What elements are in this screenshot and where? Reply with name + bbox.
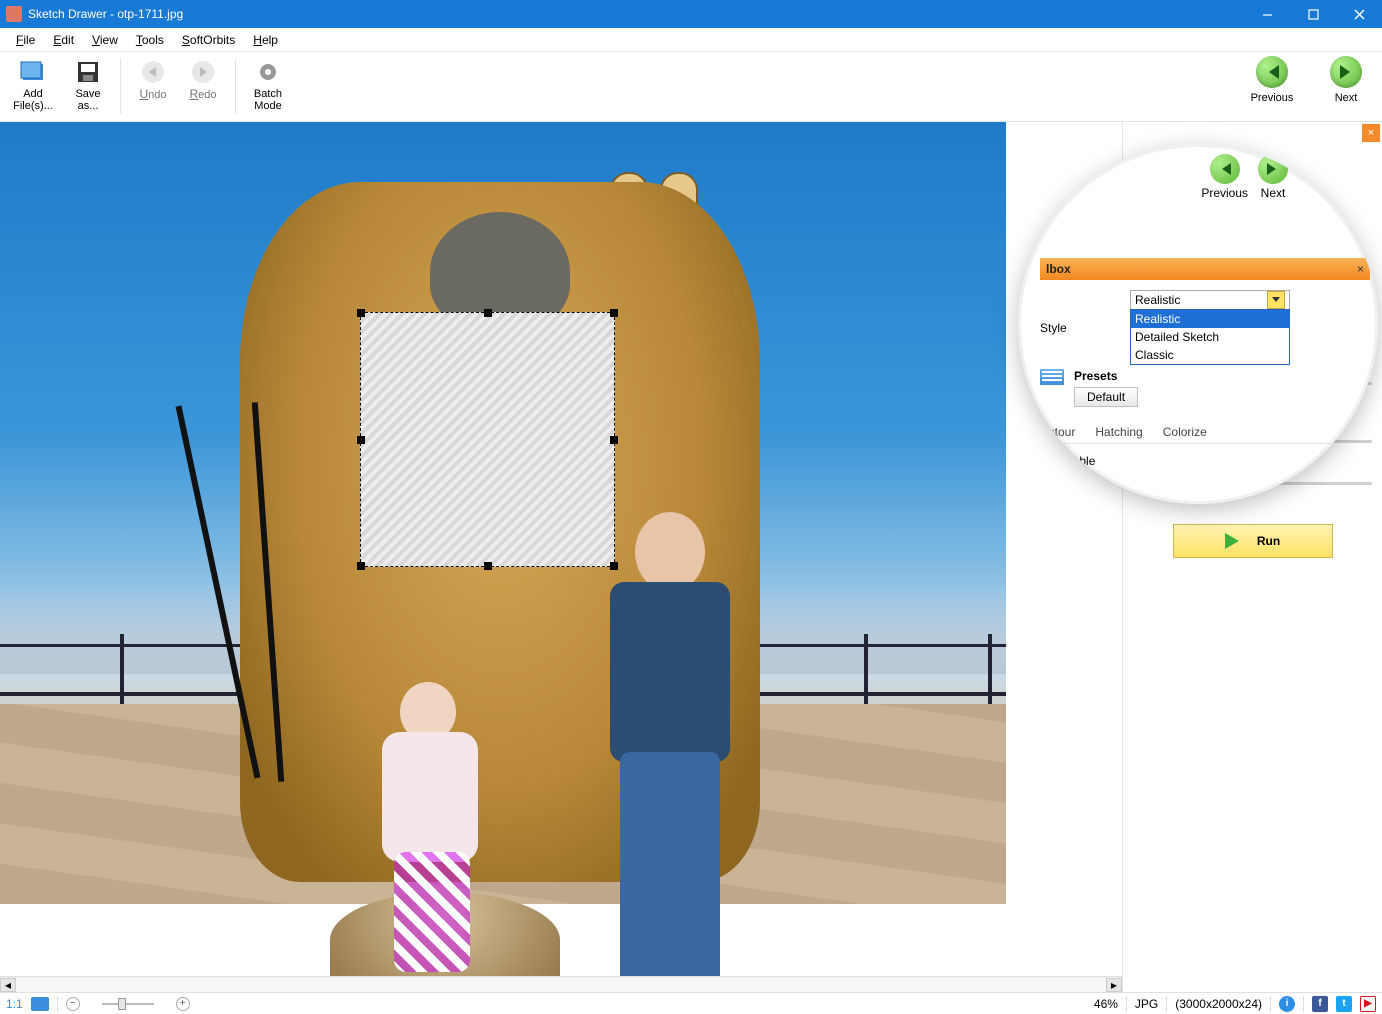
statusbar: 1:1 − + 46% JPG (3000x2000x24) i f t ▶: [0, 992, 1382, 1014]
zoom-in-button[interactable]: +: [176, 997, 190, 1011]
style-option-detailed[interactable]: Detailed Sketch: [1131, 328, 1289, 346]
undo-icon: [139, 58, 167, 86]
style-option-realistic[interactable]: Realistic: [1131, 310, 1289, 328]
menu-tools[interactable]: Tools: [128, 31, 172, 49]
resize-handle[interactable]: [357, 309, 365, 317]
image-format: JPG: [1135, 997, 1158, 1011]
tab-hatching[interactable]: Hatching: [1087, 421, 1150, 443]
twitter-icon[interactable]: t: [1336, 996, 1352, 1012]
window-title: Sketch Drawer - otp-1711.jpg: [28, 7, 1244, 21]
redo-icon: [189, 58, 217, 86]
presets-icon: [1040, 369, 1064, 385]
panel-close-button[interactable]: ×: [1362, 124, 1380, 142]
scroll-track[interactable]: [16, 978, 1106, 992]
next-image-button[interactable]: Next: [1316, 56, 1376, 104]
add-files-button[interactable]: Add File(s)...: [6, 56, 60, 114]
style-option-classic[interactable]: Classic: [1131, 346, 1289, 364]
style-label: Style: [1040, 321, 1120, 335]
zoom-ratio-label[interactable]: 1:1: [6, 997, 23, 1011]
youtube-icon[interactable]: ▶: [1360, 996, 1376, 1012]
resize-handle[interactable]: [357, 562, 365, 570]
selection-rectangle[interactable]: [360, 312, 615, 567]
resize-handle[interactable]: [610, 309, 618, 317]
toolbox-close-icon[interactable]: ×: [1357, 262, 1364, 276]
window-titlebar: Sketch Drawer - otp-1711.jpg: [0, 0, 1382, 28]
resize-handle[interactable]: [610, 436, 618, 444]
toolbar-separator: [120, 58, 121, 114]
menu-view[interactable]: View: [84, 31, 126, 49]
gear-icon: [254, 58, 282, 86]
maximize-button[interactable]: [1290, 0, 1336, 28]
presets-default-button[interactable]: Default: [1074, 387, 1138, 407]
canvas-image: [0, 122, 1006, 904]
image-dimensions: (3000x2000x24): [1175, 997, 1262, 1011]
menu-help[interactable]: Help: [245, 31, 286, 49]
toolbar: Add File(s)... Save as... Undo Redo Batc…: [0, 52, 1382, 122]
close-button[interactable]: [1336, 0, 1382, 28]
save-icon: [74, 58, 102, 86]
info-icon[interactable]: i: [1279, 996, 1295, 1012]
zoom-out-button[interactable]: −: [66, 997, 80, 1011]
menu-softorbits[interactable]: SoftOrbits: [174, 31, 243, 49]
undo-button[interactable]: Undo: [131, 56, 175, 103]
scroll-left-button[interactable]: ◂: [0, 978, 16, 992]
canvas-area[interactable]: ◂ ▸: [0, 122, 1122, 992]
facebook-icon[interactable]: f: [1312, 996, 1328, 1012]
run-arrow-icon: [1225, 533, 1247, 549]
run-button[interactable]: Run: [1173, 524, 1333, 558]
resize-handle[interactable]: [484, 562, 492, 570]
tab-contour[interactable]: ntour: [1040, 421, 1083, 443]
resize-handle[interactable]: [484, 309, 492, 317]
menu-edit[interactable]: Edit: [45, 31, 82, 49]
style-dropdown[interactable]: Realistic Realistic Detailed Sketch Clas…: [1130, 290, 1290, 365]
menu-file[interactable]: File: [8, 31, 43, 49]
resize-handle[interactable]: [610, 562, 618, 570]
length-partial-label: ngth: [1040, 486, 1370, 500]
menubar: File Edit View Tools SoftOrbits Help: [0, 28, 1382, 52]
resize-handle[interactable]: [357, 436, 365, 444]
style-dropdown-list: Realistic Detailed Sketch Classic: [1130, 309, 1290, 365]
batch-mode-button[interactable]: Batch Mode: [246, 56, 290, 114]
save-as-button[interactable]: Save as...: [66, 56, 110, 114]
fit-screen-icon[interactable]: [31, 997, 49, 1011]
presets-label: Presets: [1074, 369, 1138, 383]
app-icon: [6, 6, 22, 22]
zoom-percent: 46%: [1094, 997, 1118, 1011]
previous-image-button[interactable]: Previous: [1242, 56, 1302, 104]
toolbar-separator: [235, 58, 236, 114]
enable-label: Enable: [1058, 454, 1095, 468]
redo-button[interactable]: Redo: [181, 56, 225, 103]
arrow-left-icon: [1256, 56, 1288, 88]
chevron-down-icon: [1267, 291, 1285, 309]
tab-colorize[interactable]: Colorize: [1155, 421, 1215, 443]
zoom-slider[interactable]: [88, 996, 168, 1012]
enable-checkbox[interactable]: [1040, 455, 1052, 467]
add-files-icon: [19, 58, 47, 86]
horizontal-scrollbar[interactable]: ◂ ▸: [0, 976, 1122, 992]
minimize-button[interactable]: [1244, 0, 1290, 28]
arrow-right-icon: [1330, 56, 1362, 88]
toolbox-titlebar: lbox ×: [1040, 258, 1370, 280]
scroll-right-button[interactable]: ▸: [1106, 978, 1122, 992]
magnifier-overlay: Next Previous Next lbox × Style Re: [1018, 144, 1378, 504]
